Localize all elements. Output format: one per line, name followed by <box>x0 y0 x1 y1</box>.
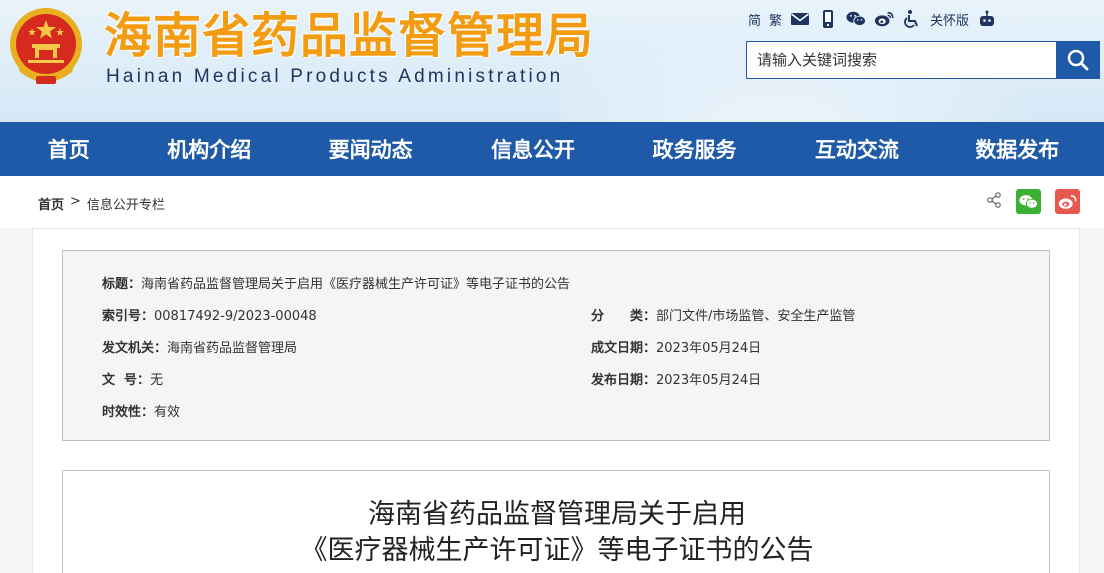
meta-issuer: 发文机关：海南省药品监督管理局 <box>102 337 297 356</box>
breadcrumb-separator: > <box>70 194 81 209</box>
wechat-icon <box>1019 194 1038 209</box>
breadcrumb: 首页 > 信息公开专栏 <box>38 194 165 213</box>
share-wechat-button[interactable] <box>1016 189 1041 214</box>
share-weibo-button[interactable] <box>1055 189 1080 214</box>
meta-created-label: 成文日期： <box>591 341 657 356</box>
traditional-chinese-link[interactable]: 繁 <box>769 10 782 29</box>
breadcrumb-bar: 首页 > 信息公开专栏 <box>0 176 1104 228</box>
meta-validity-label: 时效性： <box>102 405 155 420</box>
meta-published-value: 2023年05月24日 <box>656 373 762 388</box>
meta-issuer-label: 发文机关： <box>102 341 168 356</box>
meta-title-value: 海南省药品监督管理局关于启用《医疗器械生产许可证》等电子证书的公告 <box>141 277 571 292</box>
share-bar <box>986 189 1080 214</box>
weibo-icon <box>1058 194 1077 209</box>
search-box <box>746 41 1100 79</box>
robot-icon[interactable] <box>977 9 997 29</box>
nav-item-news[interactable]: 要闻动态 <box>281 134 460 164</box>
meta-created-date: 成文日期：2023年05月24日 <box>591 337 761 356</box>
care-mode-link[interactable]: 关怀版 <box>930 10 969 29</box>
article-title-line2: 《医疗器械生产许可证》等电子证书的公告 <box>300 535 814 566</box>
article-title: 海南省药品监督管理局关于启用 《医疗器械生产许可证》等电子证书的公告 <box>63 497 1051 569</box>
header-toolbar: 简 繁 关怀版 <box>748 8 997 30</box>
nav-item-interaction[interactable]: 互动交流 <box>783 134 930 164</box>
meta-validity-value: 有效 <box>154 405 181 420</box>
site-subtitle: Hainan Medical Products Administration <box>106 66 564 87</box>
document-metadata: 标题：海南省药品监督管理局关于启用《医疗器械生产许可证》等电子证书的公告 索引号… <box>62 250 1050 441</box>
meta-category-label: 分 类： <box>591 309 657 324</box>
meta-category: 分 类：部门文件/市场监管、安全生产监管 <box>591 305 855 324</box>
search-icon <box>1067 49 1089 71</box>
article-body: 海南省药品监督管理局关于启用 《医疗器械生产许可证》等电子证书的公告 <box>62 470 1050 573</box>
meta-validity: 时效性：有效 <box>102 401 180 420</box>
meta-index: 索引号：00817492-9/2023-00048 <box>102 305 317 324</box>
weibo-icon[interactable] <box>874 9 894 29</box>
article-title-line1: 海南省药品监督管理局关于启用 <box>368 499 746 530</box>
accessibility-icon[interactable] <box>902 9 922 29</box>
meta-index-value: 00817492-9/2023-00048 <box>154 309 317 324</box>
mail-icon[interactable] <box>790 9 810 29</box>
nav-item-data[interactable]: 数据发布 <box>931 134 1104 164</box>
search-input[interactable] <box>746 41 1056 79</box>
site-header: 海南省药品监督管理局 Hainan Medical Products Admin… <box>0 0 1104 122</box>
meta-issuer-value: 海南省药品监督管理局 <box>167 341 298 356</box>
nav-item-services[interactable]: 政务服务 <box>606 134 783 164</box>
meta-title-label: 标题： <box>102 277 142 292</box>
simplified-chinese-link[interactable]: 简 <box>748 10 761 29</box>
wechat-icon[interactable] <box>846 9 867 29</box>
nav-item-about[interactable]: 机构介绍 <box>138 134 281 164</box>
meta-docno-value: 无 <box>150 373 164 388</box>
meta-doc-number: 文 号：无 <box>102 369 163 388</box>
site-title: 海南省药品监督管理局 <box>104 8 595 64</box>
share-icon[interactable] <box>986 191 1002 212</box>
nav-item-home[interactable]: 首页 <box>0 134 138 164</box>
breadcrumb-current[interactable]: 信息公开专栏 <box>87 194 165 213</box>
meta-docno-label: 文 号： <box>102 373 151 388</box>
breadcrumb-home[interactable]: 首页 <box>38 194 64 213</box>
meta-category-value: 部门文件/市场监管、安全生产监管 <box>656 309 856 324</box>
meta-published-label: 发布日期： <box>591 373 657 388</box>
nav-item-info-disclosure[interactable]: 信息公开 <box>460 134 605 164</box>
meta-created-value: 2023年05月24日 <box>656 341 762 356</box>
search-button[interactable] <box>1056 41 1100 79</box>
mobile-icon[interactable] <box>818 9 838 29</box>
national-emblem-icon <box>10 8 82 84</box>
meta-index-label: 索引号： <box>102 309 155 324</box>
meta-published-date: 发布日期：2023年05月24日 <box>591 369 761 388</box>
main-nav: 首页 机构介绍 要闻动态 信息公开 政务服务 互动交流 数据发布 <box>0 122 1104 176</box>
meta-title: 标题：海南省药品监督管理局关于启用《医疗器械生产许可证》等电子证书的公告 <box>102 273 570 292</box>
